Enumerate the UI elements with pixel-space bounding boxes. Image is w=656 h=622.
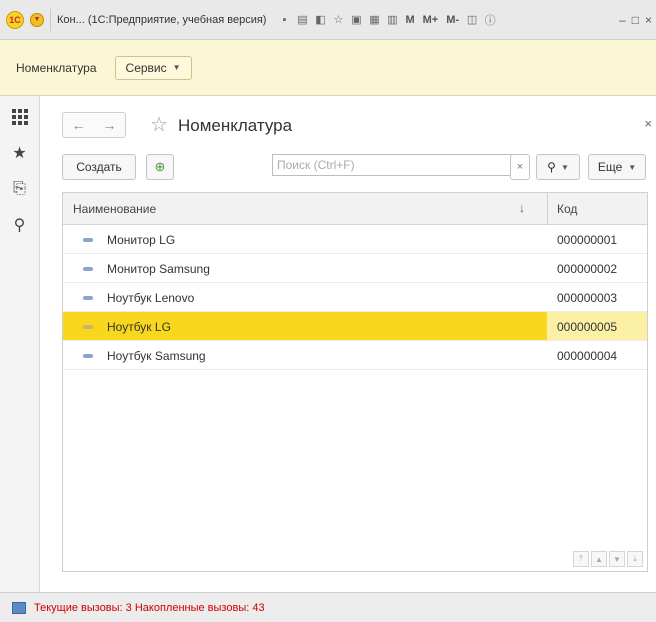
table-row[interactable]: Ноутбук Samsung 000000004 xyxy=(63,341,647,370)
cell-name: Ноутбук LG xyxy=(107,320,171,334)
title-toolbar: ▪ ▤ ◧ ☆ ▣ ▦ ▥ M M+ M- ◫ ⓘ xyxy=(276,12,498,28)
item-icon xyxy=(83,267,93,271)
print-icon[interactable]: ▤ xyxy=(294,12,310,28)
window-controls: – □ × xyxy=(619,13,652,27)
current-section-label: Номенклатура xyxy=(16,60,97,75)
sections-menu-icon[interactable] xyxy=(9,106,31,128)
create-button-label: Создать xyxy=(76,160,122,174)
back-arrow-icon[interactable]: ← xyxy=(72,117,86,133)
status-bar: Текущие вызовы: 3 Накопленные вызовы: 43 xyxy=(0,592,656,622)
search-icon[interactable]: ⚲ xyxy=(9,214,31,236)
m-minus-button[interactable]: M- xyxy=(446,14,459,26)
create-button[interactable]: Создать xyxy=(62,154,136,180)
column-divider[interactable] xyxy=(547,193,548,225)
cell-code: 000000001 xyxy=(557,233,618,247)
page-down-icon[interactable]: ▼ xyxy=(609,551,625,567)
table-row[interactable]: Ноутбук Lenovo 000000003 xyxy=(63,283,647,312)
calendar-icon[interactable]: ▥ xyxy=(384,12,400,28)
sort-arrow-icon: ↓ xyxy=(519,201,525,215)
close-form-icon[interactable]: × xyxy=(644,116,652,131)
add-to-favorites-icon[interactable]: ☆ xyxy=(150,112,168,137)
table-row-selected[interactable]: Ноутбук LG 000000005 xyxy=(63,312,647,341)
items-table: Наименование ↓ Код Монитор LG 000000001 … xyxy=(62,192,648,572)
item-icon xyxy=(83,354,93,358)
info-icon[interactable]: ⓘ xyxy=(482,12,498,28)
magnifier-icon: ⚲ xyxy=(547,160,556,174)
cell-name: Монитор LG xyxy=(107,233,176,247)
calculator-icon[interactable]: ▦ xyxy=(366,12,382,28)
window-title: Кон... (1С:Предприятие, учебная версия) xyxy=(57,13,267,26)
cell-name: Ноутбук Lenovo xyxy=(107,291,195,305)
copy-icon: ⊕ xyxy=(154,159,166,174)
service-button-label: Сервис xyxy=(125,60,167,75)
search-placeholder: Поиск (Ctrl+F) xyxy=(277,158,355,172)
maximize-button[interactable]: □ xyxy=(632,13,639,27)
favorites-icon[interactable]: ☆ xyxy=(330,12,346,28)
table-row[interactable]: Монитор LG 000000001 xyxy=(63,225,647,254)
copy-button[interactable]: ⊕ xyxy=(146,154,174,180)
find-button[interactable]: ⚲ ▼ xyxy=(536,154,580,180)
search-input[interactable]: Поиск (Ctrl+F) xyxy=(272,154,528,176)
preview-icon[interactable]: ◧ xyxy=(312,12,328,28)
sections-panel: Номенклатура Сервис ▼ xyxy=(0,40,656,96)
cell-code: 000000004 xyxy=(557,349,618,363)
server-calls-icon[interactable] xyxy=(12,601,26,614)
cell-code: 000000002 xyxy=(557,262,618,276)
table-row[interactable]: Монитор Samsung 000000002 xyxy=(63,254,647,283)
panels-icon[interactable]: ◫ xyxy=(464,12,480,28)
chevron-down-icon: ▼ xyxy=(560,162,569,172)
more-button-label: Еще xyxy=(597,160,623,174)
search-clear-button[interactable]: × xyxy=(510,154,530,180)
cell-name: Монитор Samsung xyxy=(107,262,210,276)
item-icon xyxy=(83,325,93,329)
app-logo-icon[interactable]: 1С xyxy=(6,10,24,29)
minimize-button[interactable]: – xyxy=(619,13,626,27)
title-bar: 1С ▼ Кон... (1С:Предприятие, учебная вер… xyxy=(0,0,656,40)
save-icon[interactable]: ▪ xyxy=(276,12,292,28)
cell-name: Ноутбук Samsung xyxy=(107,349,206,363)
first-page-icon[interactable]: ⤒ xyxy=(573,551,589,567)
separator xyxy=(50,8,51,31)
table-pager: ⤒ ▲ ▼ ⤓ xyxy=(573,551,643,567)
main-menu-icon[interactable]: ▼ xyxy=(30,12,44,27)
column-header-code[interactable]: Код xyxy=(557,202,577,216)
status-text: Текущие вызовы: 3 Накопленные вызовы: 43 xyxy=(34,601,265,614)
m-button[interactable]: M xyxy=(405,14,414,26)
table-header: Наименование ↓ Код xyxy=(63,193,647,225)
service-button[interactable]: Сервис ▼ xyxy=(114,55,192,80)
column-header-name[interactable]: Наименование xyxy=(73,202,156,216)
chevron-down-icon: ▼ xyxy=(628,162,637,172)
close-window-button[interactable]: × xyxy=(645,13,652,27)
navigation-buttons: ← → xyxy=(62,112,126,138)
left-toolbar: ★ ⎘ ⚲ xyxy=(0,96,40,592)
page-up-icon[interactable]: ▲ xyxy=(591,551,607,567)
cell-code: 000000005 xyxy=(547,312,647,340)
page-title: Номенклатура xyxy=(178,116,293,135)
list-form: ← → ☆ Номенклатура × Создать ⊕ Поиск (Ct… xyxy=(40,96,656,592)
favorites-star-icon[interactable]: ★ xyxy=(9,142,31,164)
more-button[interactable]: Еще ▼ xyxy=(588,154,646,180)
m-plus-button[interactable]: M+ xyxy=(423,14,439,26)
item-icon xyxy=(83,296,93,300)
chevron-down-icon: ▼ xyxy=(172,63,181,72)
forward-arrow-icon[interactable]: → xyxy=(103,117,117,133)
last-page-icon[interactable]: ⤓ xyxy=(627,551,643,567)
bookmark-icon[interactable]: ▣ xyxy=(348,12,364,28)
history-icon[interactable]: ⎘ xyxy=(9,178,31,200)
item-icon xyxy=(83,238,93,242)
cell-code: 000000003 xyxy=(557,291,618,305)
